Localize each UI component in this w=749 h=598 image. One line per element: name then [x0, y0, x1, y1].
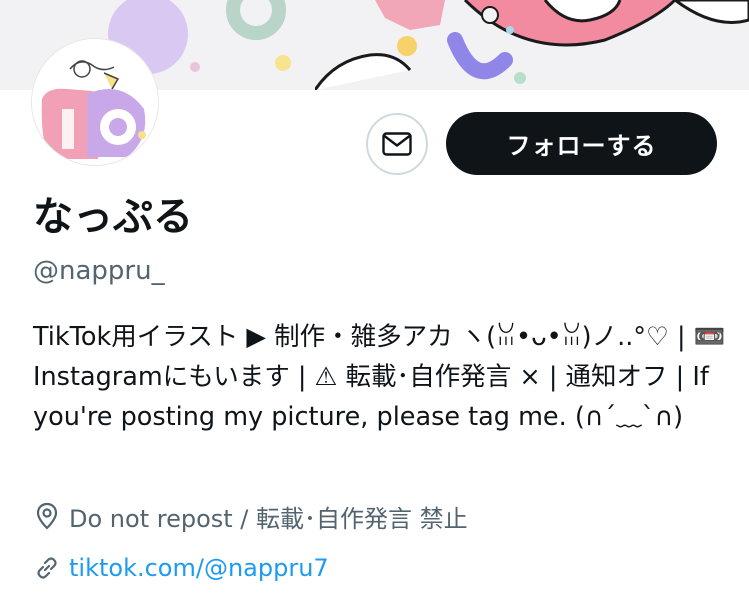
banner-decoration	[226, 0, 286, 40]
user-handle: @nappru_	[33, 256, 165, 286]
profile-website[interactable]: tiktok.com/@nappru7	[33, 550, 329, 586]
banner-decoration	[190, 62, 200, 72]
website-link[interactable]: tiktok.com/@nappru7	[69, 554, 329, 582]
banner-illustration	[315, 0, 749, 90]
banner-decoration	[275, 55, 291, 71]
message-button[interactable]	[366, 113, 428, 175]
follow-button[interactable]: フォローする	[446, 112, 717, 175]
follow-button-label: フォローする	[506, 132, 657, 160]
display-name: なっぷる	[33, 194, 193, 240]
profile-location: Do not repost / 転載･自作発言 禁止	[33, 498, 468, 534]
link-icon	[33, 554, 61, 582]
profile-bio: TikTok用イラスト ▶ 制作・雑多アカ ヽ(ꈍ•ᴗ•ꈍ)ノ..°♡ | 📼 …	[33, 322, 726, 432]
avatar-image	[32, 39, 158, 165]
avatar[interactable]	[31, 38, 159, 166]
location-text: Do not repost / 転載･自作発言 禁止	[69, 504, 468, 533]
envelope-icon	[382, 132, 412, 156]
map-pin-icon	[33, 502, 61, 530]
